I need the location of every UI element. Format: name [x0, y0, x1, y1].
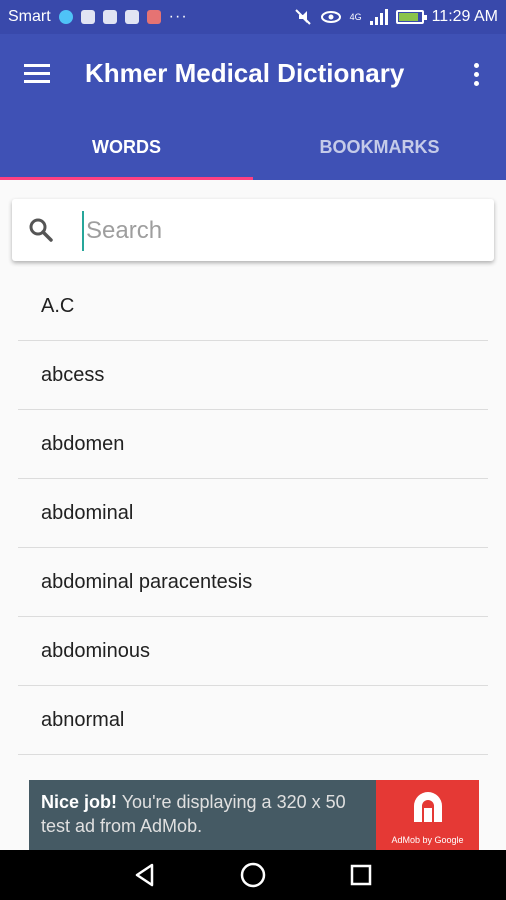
status-bar: Smart ··· 4G 11:29 AM — [0, 0, 506, 34]
tab-words[interactable]: WORDS — [0, 114, 253, 180]
carrier-label: Smart — [8, 8, 51, 25]
facebook-icon — [124, 10, 139, 24]
menu-icon[interactable] — [24, 60, 52, 88]
search-bar — [12, 199, 494, 261]
ad-headline: Nice job! — [41, 792, 118, 812]
globe-icon — [58, 10, 73, 24]
ad-banner[interactable]: Nice job! You're displaying a 320 x 50 t… — [29, 780, 479, 850]
eye-comfort-icon — [320, 11, 341, 23]
list-item[interactable]: abdominous — [18, 617, 488, 686]
status-right: 4G 11:29 AM — [294, 0, 498, 34]
gallery-icon — [146, 10, 161, 24]
home-icon[interactable] — [239, 861, 267, 889]
list-item[interactable]: abdominal paracentesis — [18, 548, 488, 617]
notification-icon — [80, 10, 95, 24]
admob-logo: AdMob by Google — [376, 780, 479, 850]
signal-icon — [369, 9, 388, 25]
overflow-menu-icon[interactable] — [468, 60, 484, 88]
tab-bookmarks[interactable]: BOOKMARKS — [253, 114, 506, 180]
list-item[interactable]: abnormal — [18, 686, 488, 755]
ad-caption: AdMob by Google — [391, 835, 464, 845]
search-input[interactable] — [82, 211, 488, 251]
clock-label: 11:29 AM — [431, 8, 498, 25]
list-item[interactable]: abdomen — [18, 410, 488, 479]
word-list: A.C abcess abdomen abdominal abdominal p… — [18, 272, 488, 755]
list-item[interactable]: A.C — [18, 272, 488, 341]
navigation-bar — [0, 850, 506, 900]
network-type-label: 4G — [349, 12, 362, 22]
recents-icon[interactable] — [347, 861, 375, 889]
more-notifications-icon: ··· — [168, 8, 188, 25]
app-bar: Khmer Medical Dictionary — [0, 34, 506, 114]
admob-icon — [414, 792, 442, 822]
back-icon[interactable] — [131, 861, 159, 889]
mute-icon — [294, 9, 311, 25]
app-title: Khmer Medical Dictionary — [85, 58, 405, 88]
ad-text: Nice job! You're displaying a 320 x 50 t… — [29, 780, 376, 850]
list-item[interactable]: abdominal — [18, 479, 488, 548]
search-icon — [29, 218, 53, 242]
messenger-icon — [102, 10, 117, 24]
list-item[interactable]: abcess — [18, 341, 488, 410]
battery-icon — [395, 10, 427, 24]
tab-bar: WORDS BOOKMARKS — [0, 114, 506, 180]
status-left: Smart ··· — [8, 0, 188, 34]
